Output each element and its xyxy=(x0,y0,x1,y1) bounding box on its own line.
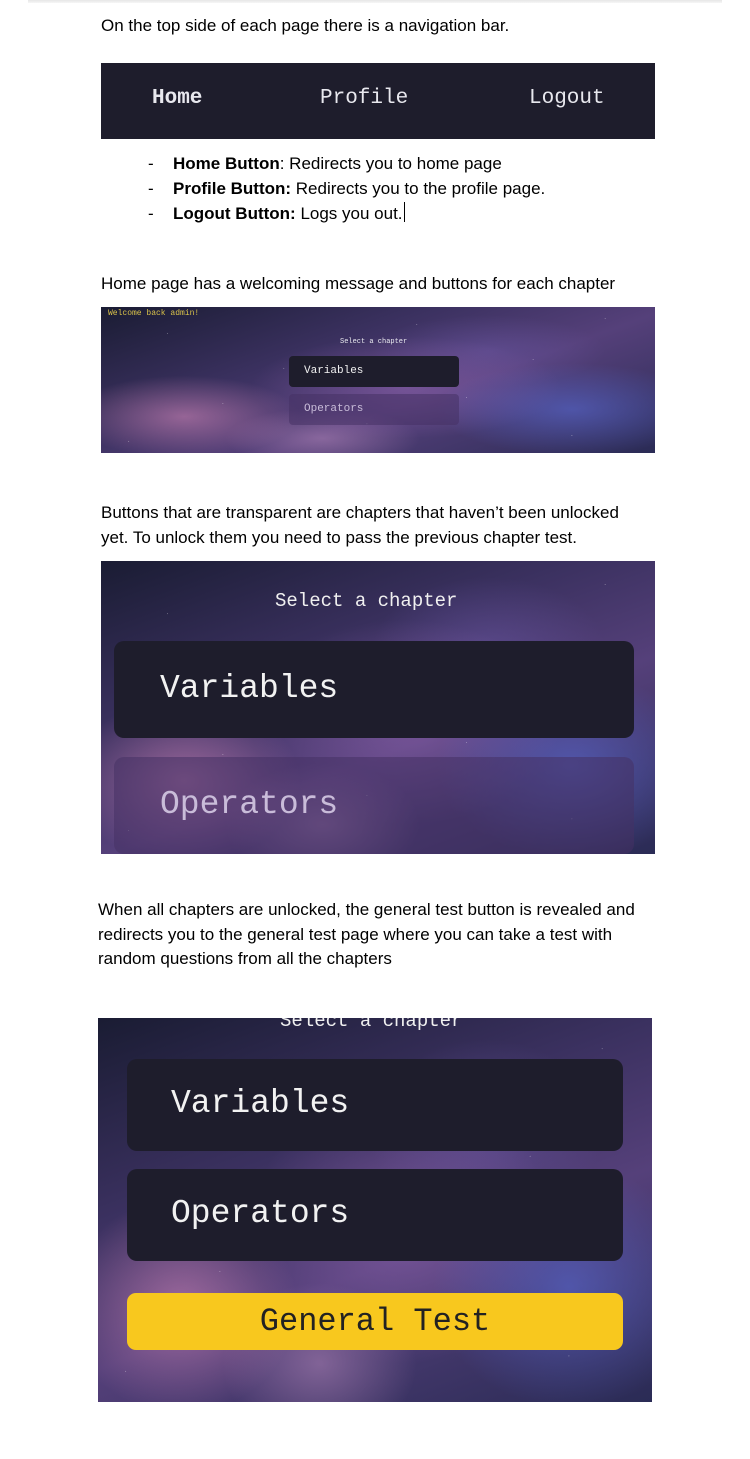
nav-home-button[interactable]: Home xyxy=(152,87,202,110)
nav-profile-button[interactable]: Profile xyxy=(320,87,408,110)
unlocked-chapters-screenshot: Select a chapter Variables Operators Gen… xyxy=(98,1018,652,1402)
locked-chapters-screenshot: Select a chapter Variables Operators xyxy=(101,561,655,854)
select-chapter-label: Select a chapter xyxy=(280,1018,463,1032)
locked-text-line-1: Buttons that are transparent are chapter… xyxy=(101,503,619,522)
navbar-button-list: - Home Button: Redirects you to home page… xyxy=(148,152,545,226)
navbar-intro-text: On the top side of each page there is a … xyxy=(101,16,510,35)
general-text-line-2: redirects you to the general test page w… xyxy=(98,925,613,944)
navigation-bar-screenshot: Home Profile Logout xyxy=(101,63,655,139)
welcome-message: Welcome back admin! xyxy=(108,309,200,318)
select-chapter-label: Select a chapter xyxy=(340,338,408,346)
nav-logout-button[interactable]: Logout xyxy=(529,87,605,110)
general-test-button[interactable]: General Test xyxy=(127,1293,623,1350)
select-chapter-label: Select a chapter xyxy=(275,590,458,612)
text-cursor xyxy=(403,201,405,222)
chapter-operators-button-locked[interactable]: Operators xyxy=(114,757,634,854)
home-intro-text: Home page has a welcoming message and bu… xyxy=(101,274,616,293)
chapter-variables-button[interactable]: Variables xyxy=(114,641,634,738)
list-item: - Home Button: Redirects you to home page xyxy=(148,154,502,173)
locked-text-line-2: yet. To unlock them you need to pass the… xyxy=(101,528,577,547)
chapter-variables-button[interactable]: Variables xyxy=(289,356,459,387)
chapter-operators-button[interactable]: Operators xyxy=(127,1169,623,1261)
list-item: - Profile Button: Redirects you to the pr… xyxy=(148,178,546,198)
general-text-line-3: random questions from all the chapters xyxy=(98,949,392,968)
chapter-operators-button-locked[interactable]: Operators xyxy=(289,394,459,425)
page-top-border xyxy=(28,0,722,3)
chapter-variables-button[interactable]: Variables xyxy=(127,1059,623,1151)
general-text-line-1: When all chapters are unlocked, the gene… xyxy=(98,900,635,919)
list-item: - Logout Button: Logs you out. xyxy=(148,201,405,223)
home-page-screenshot: Welcome back admin! Select a chapter Var… xyxy=(101,307,655,453)
